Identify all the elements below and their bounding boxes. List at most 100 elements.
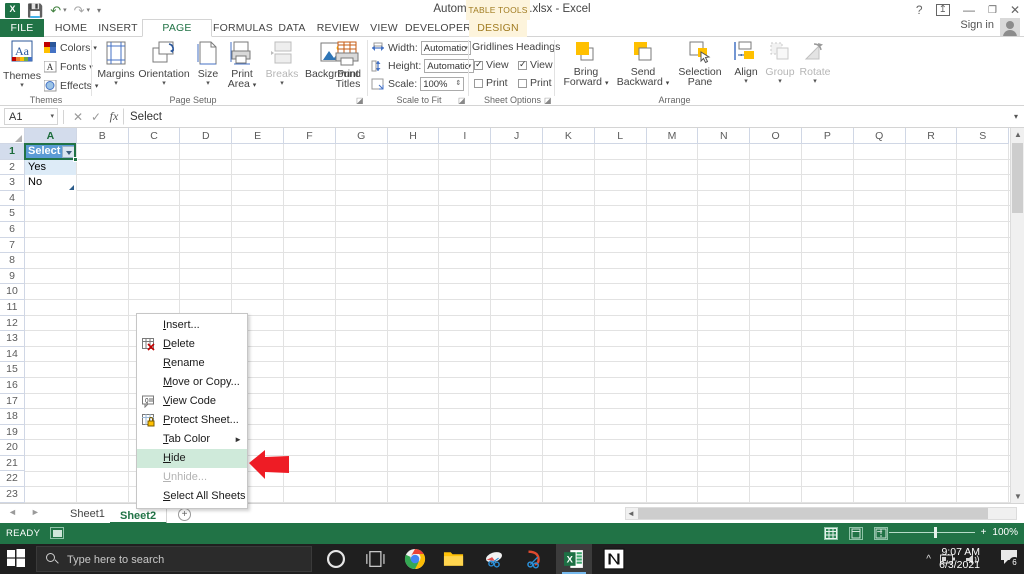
column-header-I[interactable]: I [439,128,492,144]
scroll-up-icon[interactable]: ▲ [1014,130,1022,139]
row-header-20[interactable]: 20 [0,440,25,456]
scale-to-fit-dialog-launcher[interactable]: ◪ [458,96,466,105]
align-button[interactable]: Align ▾ [729,40,763,85]
column-header-N[interactable]: N [698,128,751,144]
column-headers[interactable]: ABCDEFGHIJKLMNOPQRS [0,128,1010,144]
tab-insert[interactable]: INSERT [94,19,142,37]
taskbar-chrome[interactable] [398,544,434,574]
taskbar-clock[interactable]: 9:07 AM 6/3/2021 [939,546,980,572]
column-header-D[interactable]: D [180,128,233,144]
row-header-22[interactable]: 22 [0,471,25,488]
normal-view-icon[interactable] [824,527,838,540]
column-header-Q[interactable]: Q [853,128,906,144]
scale-field[interactable]: Scale: 100% ⇕ [371,77,465,91]
page-width-field[interactable]: Width: Automatic ▾ [371,41,471,55]
taskbar-snipping-tool[interactable] [518,544,554,574]
margins-dropdown-icon[interactable]: ▾ [95,80,137,87]
checkbox-icon[interactable] [518,59,527,70]
column-header-B[interactable]: B [76,128,129,144]
horizontal-scroll-thumb[interactable] [638,508,988,519]
name-box-dropdown-icon[interactable]: ▾ [50,109,54,125]
column-header-R[interactable]: R [905,128,958,144]
themes-dropdown-icon[interactable]: ▾ [2,82,42,89]
scroll-left-icon[interactable]: ◄ [627,509,635,518]
column-header-G[interactable]: G [335,128,388,144]
taskbar-file-explorer[interactable] [438,544,474,574]
row-headers[interactable]: 1 2 3 4 5 6 7 8 9 10 11 12 13 14 15 16 17 18 19 20 21 22 23 [0,144,25,503]
headings-view-checkbox[interactable]: View [518,59,553,71]
selection-pane-button[interactable]: Selection Pane [674,40,726,87]
page-width-combo[interactable]: Automatic ▾ [420,41,471,55]
zoom-slider-thumb[interactable] [933,527,937,538]
checkbox-icon[interactable] [474,59,483,70]
vertical-scrollbar[interactable]: ▲ ▼ [1010,128,1024,503]
zoom-in-button[interactable]: + [981,527,987,538]
vertical-scroll-thumb[interactable] [1012,143,1023,213]
row-header-2[interactable]: 2 [0,159,25,176]
scale-spinner[interactable]: 100% ⇕ [420,77,465,91]
page-setup-dialog-launcher[interactable]: ◪ [356,96,364,105]
cancel-formula-icon[interactable]: ✕ [69,110,87,124]
row-header-12[interactable]: 12 [0,315,25,332]
context-menu-item-hide[interactable]: Hide [137,449,247,468]
print-area-button[interactable]: Print Area ▾ [223,40,261,91]
column-header-M[interactable]: M [646,128,699,144]
bring-forward-button[interactable]: Bring Forward ▾ [561,40,611,89]
name-box[interactable]: A1 ▾ [4,108,58,125]
expand-formula-bar-icon[interactable]: ▾ [1008,112,1024,121]
fill-handle[interactable] [72,156,78,162]
taskbar-notion[interactable] [596,544,632,574]
minimize-icon[interactable]: — [963,3,975,17]
context-menu-item-insert[interactable]: Insert... [137,316,247,335]
action-center-button[interactable]: 6 [1000,549,1020,568]
help-icon[interactable]: ? [916,3,923,17]
context-menu-item-delete[interactable]: Delete [137,335,247,354]
search-box[interactable]: Type here to search [36,546,312,572]
record-macro-icon[interactable] [50,527,64,539]
colors-button[interactable]: Colors ▾ [44,42,97,54]
context-menu-item-tab-color[interactable]: Tab Color ► [137,430,247,449]
zoom-slider[interactable] [888,527,975,538]
enter-formula-icon[interactable]: ✓ [87,110,105,124]
sheet-options-dialog-launcher[interactable]: ◪ [544,96,552,105]
horizontal-scrollbar[interactable]: ◄ [625,507,1017,520]
restore-icon[interactable]: ❐ [988,5,997,16]
next-sheet-icon[interactable]: ► [31,507,40,517]
send-backward-button[interactable]: Send Backward ▾ [614,40,672,89]
taskbar-snip-sketch[interactable] [478,544,514,574]
row-header-4[interactable]: 4 [0,190,25,207]
size-button[interactable]: Size ▾ [193,40,223,87]
checkbox-icon[interactable] [518,78,527,88]
page-layout-view-icon[interactable] [849,527,863,540]
context-menu-item-protect-sheet[interactable]: Protect Sheet... [137,411,247,430]
row-header-14[interactable]: 14 [0,346,25,363]
gridlines-view-checkbox[interactable]: View [474,59,509,71]
row-header-13[interactable]: 13 [0,331,25,347]
column-header-A[interactable]: A [25,128,77,144]
active-cell-selection[interactable] [24,143,76,160]
prev-sheet-icon[interactable]: ◄ [8,507,17,517]
insert-function-icon[interactable]: fx [105,109,123,124]
sheet-tab-context-menu[interactable]: Insert... Delete Rename Move or Copy... Q Vie… [136,313,248,509]
ribbon-display-options-icon[interactable]: ↥ [935,4,950,16]
orientation-button[interactable]: Orientation ▾ [137,40,191,87]
margins-button[interactable]: Margins ▾ [95,40,137,87]
show-hidden-icons-icon[interactable]: ^ [926,554,931,565]
context-menu-item-rename[interactable]: Rename [137,354,247,373]
gridlines-print-checkbox[interactable]: Print [474,77,508,89]
zoom-out-button[interactable]: − [877,527,883,538]
row-header-9[interactable]: 9 [0,268,25,285]
row-header-19[interactable]: 19 [0,424,25,441]
row-header-5[interactable]: 5 [0,206,25,222]
column-header-O[interactable]: O [750,128,802,144]
column-header-S[interactable]: S [957,128,1010,144]
scroll-down-icon[interactable]: ▼ [1014,492,1022,501]
align-dropdown-icon[interactable]: ▾ [729,78,763,85]
row-header-21[interactable]: 21 [0,455,25,472]
page-height-field[interactable]: Height: Automatic ▾ [371,59,475,73]
context-menu-item-select-all-sheets[interactable]: Select All Sheets [137,487,247,506]
tab-home[interactable]: HOME [48,19,94,37]
column-header-E[interactable]: E [232,128,284,144]
column-header-H[interactable]: H [387,128,440,144]
row-header-7[interactable]: 7 [0,237,25,254]
